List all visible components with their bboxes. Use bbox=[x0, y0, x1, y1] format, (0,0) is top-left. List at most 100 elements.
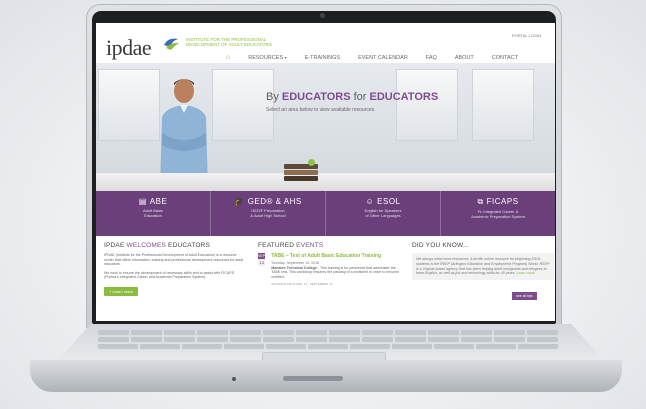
site-header: ipdae INSTITUTE FOR THE PROFESSIONAL DEV… bbox=[96, 23, 555, 63]
featured-events-heading: FEATURED EVENTS bbox=[258, 242, 400, 249]
did-you-know-text: We always need more resources. A terrifi… bbox=[416, 257, 550, 276]
category-bar: ▤ ABE Adult Basic Education 🎓 GED® & AHS G… bbox=[96, 191, 555, 236]
category-title: ⧉ FICAPS bbox=[441, 197, 555, 207]
graduation-cap-icon: 🎓 bbox=[234, 197, 245, 206]
category-subtitle: Education bbox=[144, 213, 162, 218]
nav-item-label: RESOURCES bbox=[248, 55, 284, 61]
home-icon[interactable]: ⌂ bbox=[226, 54, 230, 61]
category-title-text: FICAPS bbox=[486, 197, 519, 206]
keyboard-key bbox=[350, 344, 390, 349]
category-esol[interactable]: ☺ ESOL English for Speakers of Other Lang… bbox=[326, 191, 441, 236]
book bbox=[284, 176, 318, 181]
keyboard bbox=[98, 326, 558, 352]
learn-more-link[interactable]: Learn more bbox=[516, 271, 534, 275]
keyboard-key bbox=[98, 344, 138, 349]
keyboard-key bbox=[518, 344, 558, 349]
keyboard-key bbox=[434, 344, 474, 349]
event-date-badge: SEP 13 bbox=[258, 253, 266, 286]
keyboard-key bbox=[392, 344, 432, 349]
category-abe[interactable]: ▤ ABE Adult Basic Education bbox=[96, 191, 211, 236]
event-location: Manatee Technical College bbox=[271, 265, 317, 270]
background-window bbox=[472, 69, 534, 141]
hero-title-prefix: By bbox=[266, 91, 282, 103]
nav-item-faq[interactable]: FAQ bbox=[426, 55, 437, 61]
keyboard-key bbox=[296, 337, 327, 342]
welcome-heading: IPDAE WELCOMES EDUCATORS bbox=[104, 242, 246, 249]
background-window bbox=[396, 69, 458, 141]
nav-item-e-trainings[interactable]: E-TRAININGS bbox=[305, 55, 340, 61]
event-date: Tuesday, September 13, 2016 bbox=[271, 260, 320, 265]
people-icon: ☺ bbox=[365, 197, 375, 206]
keyboard-key bbox=[266, 344, 306, 349]
keyboard-key bbox=[527, 337, 558, 342]
desk bbox=[96, 173, 555, 191]
webcam-icon bbox=[320, 13, 325, 18]
keyboard-key bbox=[461, 337, 492, 342]
educator-photo bbox=[160, 79, 208, 189]
featured-events-section: FEATURED EVENTS SEP 13 TABE – Test of Ad… bbox=[258, 242, 400, 286]
external-link-icon: ⧉ bbox=[477, 197, 484, 206]
keyboard-key bbox=[329, 337, 360, 342]
keyboard-key bbox=[164, 330, 195, 335]
heading-text: IPDAE bbox=[104, 242, 127, 249]
keyboard-key bbox=[140, 344, 180, 349]
heading-text: EDUCATORS bbox=[166, 242, 211, 249]
did-you-know-heading: DID YOU KNOW... bbox=[412, 242, 470, 249]
keyboard-key bbox=[98, 330, 129, 335]
see-all-tips-button[interactable]: see all tips bbox=[512, 292, 537, 301]
event-day: 13 bbox=[258, 259, 266, 266]
keyboard-key bbox=[131, 330, 162, 335]
keyboard-key bbox=[308, 344, 348, 349]
laptop-scene: ipdae INSTITUTE FOR THE PROFESSIONAL DEV… bbox=[0, 0, 646, 409]
logo-mark-icon bbox=[164, 38, 179, 50]
category-subtitle: Academic Preparation System bbox=[471, 214, 525, 219]
website: ipdae INSTITUTE FOR THE PROFESSIONAL DEV… bbox=[96, 23, 555, 321]
nav-item-contact[interactable]: CONTACT bbox=[492, 55, 518, 61]
hero-title: By EDUCATORS for EDUCATORS bbox=[266, 91, 438, 103]
content-columns: IPDAE WELCOMES EDUCATORS IPDAE (Institut… bbox=[96, 236, 555, 321]
category-ged-ahs[interactable]: 🎓 GED® & AHS GED® Preparation & Adult Hig… bbox=[211, 191, 326, 236]
key-row bbox=[98, 344, 558, 349]
category-title-text: ABE bbox=[149, 197, 168, 206]
keyboard-key bbox=[230, 330, 261, 335]
background-window bbox=[98, 69, 160, 141]
apple bbox=[308, 159, 315, 166]
category-title: 🎓 GED® & AHS bbox=[211, 197, 325, 206]
welcome-paragraph: IPDAE (Institute for the Professional De… bbox=[104, 253, 244, 267]
hero-title-accent: EDUCATORS bbox=[281, 91, 351, 103]
category-ficaps[interactable]: ⧉ FICAPS FL Integrated Career & Academic … bbox=[441, 191, 555, 236]
keyboard-key bbox=[428, 330, 459, 335]
portal-login-link[interactable]: PORTAL LOGIN bbox=[512, 33, 541, 38]
event-footer: ORLANDO-MAITLAND, FL · SEPTEMBER 13 bbox=[271, 282, 333, 287]
keyboard-key bbox=[362, 337, 393, 342]
event-details: TABE – Test of Adult Basic Education Tra… bbox=[271, 253, 400, 286]
key-row bbox=[98, 330, 558, 335]
keyboard-key bbox=[182, 344, 222, 349]
nav-item-about[interactable]: ABOUT bbox=[455, 55, 474, 61]
category-title: ▤ ABE bbox=[96, 197, 210, 206]
hero-banner: By EDUCATORS for EDUCATORS Select an are… bbox=[96, 63, 555, 191]
category-title-text: ESOL bbox=[377, 197, 401, 206]
did-you-know-section: DID YOU KNOW... We always need more reso… bbox=[412, 242, 554, 302]
keyboard-key bbox=[224, 344, 264, 349]
book bbox=[284, 170, 318, 175]
background-window bbox=[212, 69, 274, 141]
laptop-screen: ipdae INSTITUTE FOR THE PROFESSIONAL DEV… bbox=[96, 23, 555, 321]
nav-item-event-calendar[interactable]: EVENT CALENDAR bbox=[358, 55, 408, 61]
site-logo[interactable]: ipdae bbox=[106, 35, 152, 61]
keyboard-key bbox=[230, 337, 261, 342]
keyboard-key bbox=[362, 330, 393, 335]
power-led-icon bbox=[232, 377, 236, 381]
event-item[interactable]: SEP 13 TABE – Test of Adult Basic Educat… bbox=[258, 253, 400, 286]
keyboard-key bbox=[494, 337, 525, 342]
keyboard-key bbox=[428, 337, 459, 342]
category-title: ☺ ESOL bbox=[326, 197, 440, 206]
category-subtitle: of Other Languages bbox=[365, 213, 401, 218]
event-title[interactable]: TABE – Test of Adult Basic Education Tra… bbox=[271, 253, 400, 260]
lid-notch bbox=[283, 376, 343, 381]
nav-item-resources[interactable]: RESOURCES ▾ bbox=[248, 55, 286, 61]
learn-more-button[interactable]: + Learn more bbox=[104, 286, 138, 296]
keyboard-key bbox=[461, 330, 492, 335]
category-title-text: GED® & AHS bbox=[247, 197, 302, 206]
keyboard-key bbox=[164, 337, 195, 342]
